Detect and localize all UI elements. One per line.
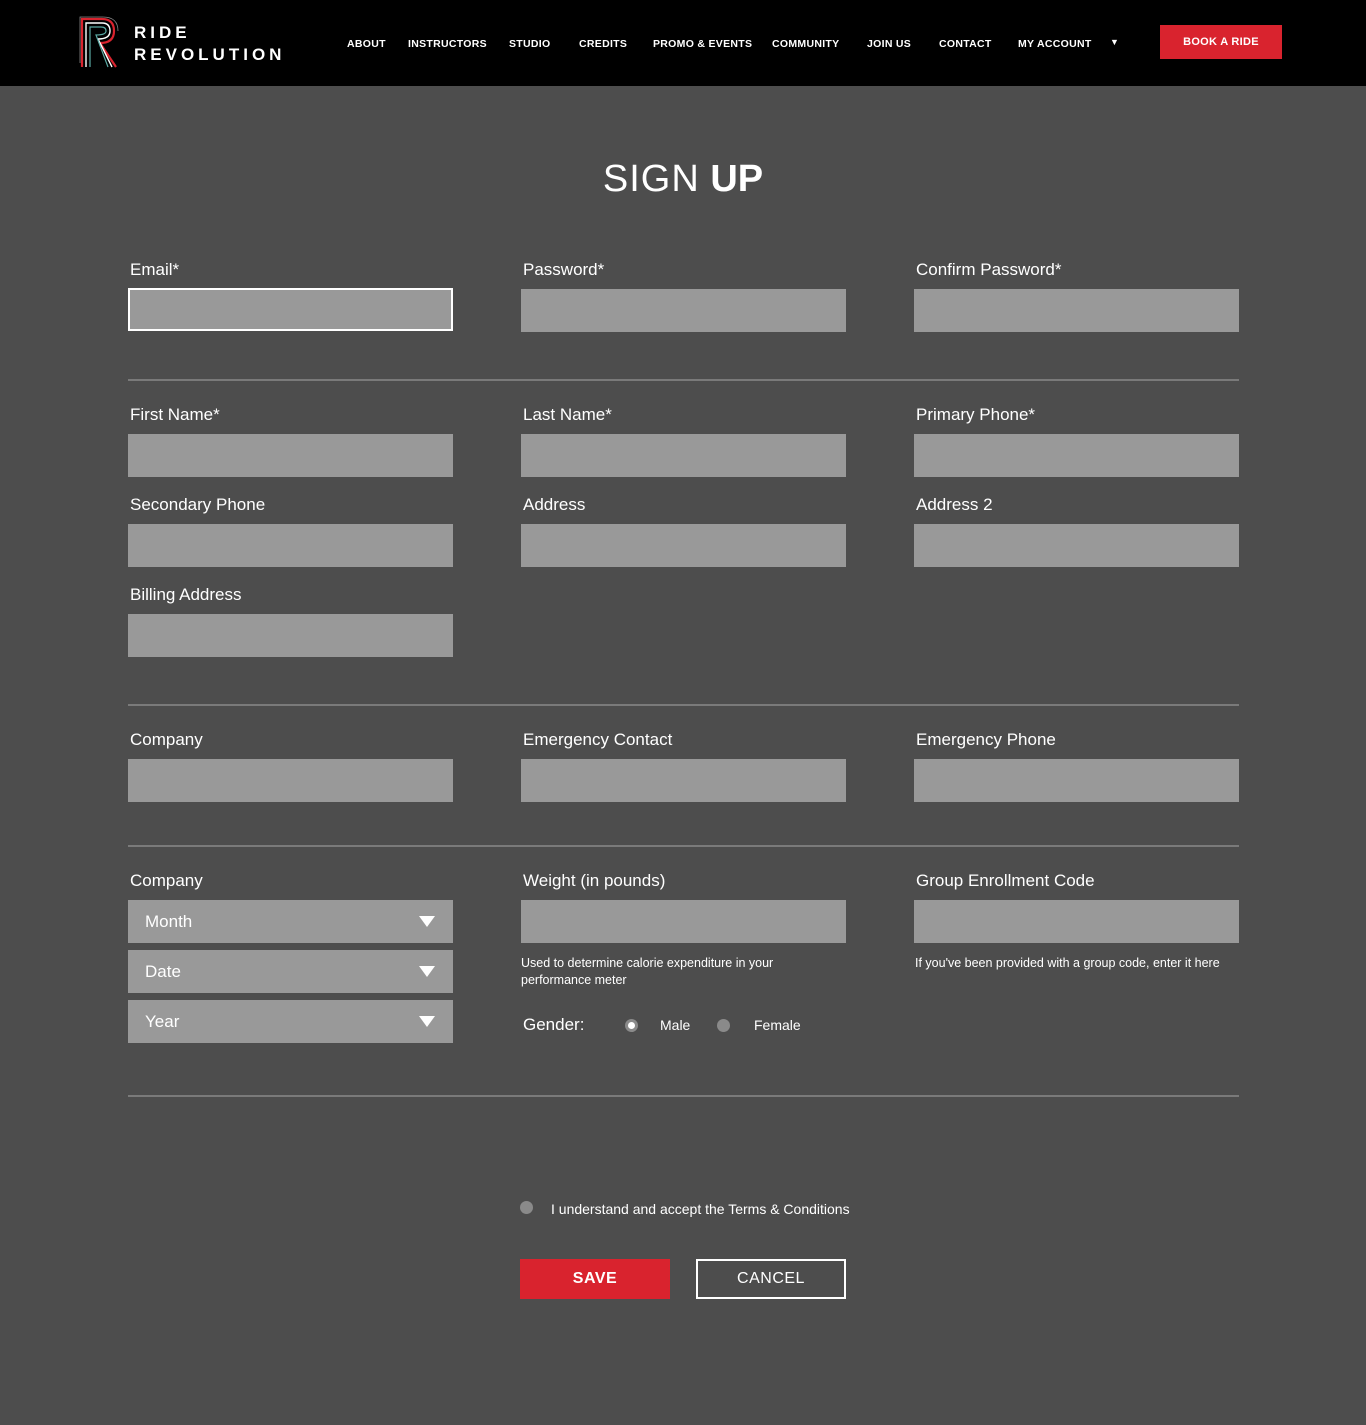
r-monogram-icon[interactable] — [78, 15, 120, 69]
emergency-phone-field[interactable] — [914, 759, 1239, 802]
weight-help-text: Used to determine calorie expenditure in… — [521, 956, 774, 987]
last-name-label: Last Name* — [523, 405, 612, 424]
weight-field[interactable] — [521, 900, 846, 943]
group-code-field[interactable] — [914, 900, 1239, 943]
address-label: Address — [523, 495, 586, 514]
nav-credits[interactable]: CREDITS — [579, 38, 627, 50]
company-label: Company — [130, 730, 203, 749]
page-title-bold: UP — [710, 158, 764, 200]
primary-phone-field[interactable] — [914, 434, 1239, 477]
billing-address-field[interactable] — [128, 614, 453, 657]
chevron-down-icon[interactable]: ▼ — [1110, 37, 1119, 47]
nav-join-us[interactable]: JOIN US — [867, 38, 911, 50]
save-button[interactable]: SAVE — [520, 1259, 670, 1299]
secondary-phone-label: Secondary Phone — [130, 495, 266, 514]
date-select[interactable]: Date — [128, 950, 453, 993]
year-select-value: Year — [145, 1012, 180, 1031]
group-code-help-text: If you've been provided with a group cod… — [915, 956, 1220, 970]
brand-line-2: REVOLUTION — [134, 45, 286, 64]
primary-phone-label: Primary Phone* — [916, 405, 1036, 424]
company-field[interactable] — [128, 759, 453, 802]
nav-promo-events[interactable]: PROMO & EVENTS — [653, 38, 752, 50]
section-divider — [128, 845, 1239, 847]
brand-wordmark[interactable]: RIDE REVOLUTION — [134, 22, 285, 66]
password-field[interactable] — [521, 289, 846, 332]
nav-contact[interactable]: CONTACT — [939, 38, 992, 50]
nav-studio[interactable]: STUDIO — [509, 38, 550, 50]
gender-female-radio[interactable] — [717, 1019, 730, 1032]
top-navigation-bar: RIDE REVOLUTION ABOUT INSTRUCTORS STUDIO… — [0, 0, 1366, 86]
emergency-contact-label: Emergency Contact — [523, 730, 673, 749]
section-divider — [128, 1095, 1239, 1097]
emergency-contact-field[interactable] — [521, 759, 846, 802]
group-code-label: Group Enrollment Code — [916, 871, 1095, 890]
book-a-ride-button[interactable]: BOOK A RIDE — [1160, 25, 1282, 59]
page-title: SIGN UP — [0, 156, 1366, 202]
terms-label[interactable]: I understand and accept the Terms & Cond… — [551, 1200, 850, 1218]
section-divider — [128, 704, 1239, 706]
month-select-value: Month — [145, 912, 193, 931]
page-title-light: SIGN — [602, 158, 700, 200]
email-label: Email* — [130, 260, 180, 279]
section-divider — [128, 379, 1239, 381]
address-2-label: Address 2 — [916, 495, 993, 514]
first-name-label: First Name* — [130, 405, 220, 424]
password-label: Password* — [523, 260, 605, 279]
last-name-field[interactable] — [521, 434, 846, 477]
nav-about[interactable]: ABOUT — [347, 38, 386, 50]
confirm-password-field[interactable] — [914, 289, 1239, 332]
first-name-field[interactable] — [128, 434, 453, 477]
weight-label: Weight (in pounds) — [523, 871, 666, 890]
caret-down-icon — [419, 1016, 435, 1027]
address-2-field[interactable] — [914, 524, 1239, 567]
brand-line-1: RIDE — [134, 23, 191, 42]
cancel-button[interactable]: CANCEL — [696, 1259, 846, 1299]
gender-female-label[interactable]: Female — [754, 1016, 801, 1034]
billing-address-label: Billing Address — [130, 585, 242, 604]
confirm-password-label: Confirm Password* — [916, 260, 1062, 279]
gender-male-radio[interactable] — [625, 1019, 638, 1032]
year-select[interactable]: Year — [128, 1000, 453, 1043]
month-select[interactable]: Month — [128, 900, 453, 943]
gender-male-label[interactable]: Male — [660, 1016, 690, 1034]
caret-down-icon — [419, 916, 435, 927]
nav-my-account[interactable]: MY ACCOUNT — [1018, 38, 1092, 50]
gender-label: Gender: — [523, 1015, 585, 1034]
date-select-value: Date — [145, 962, 181, 981]
caret-down-icon — [419, 966, 435, 977]
email-field[interactable] — [128, 288, 453, 331]
secondary-phone-field[interactable] — [128, 524, 453, 567]
terms-checkbox[interactable] — [520, 1201, 533, 1214]
emergency-phone-label: Emergency Phone — [916, 730, 1056, 749]
address-field[interactable] — [521, 524, 846, 567]
nav-community[interactable]: COMMUNITY — [772, 38, 839, 50]
nav-instructors[interactable]: INSTRUCTORS — [408, 38, 487, 50]
birthday-label: Company — [130, 871, 203, 890]
